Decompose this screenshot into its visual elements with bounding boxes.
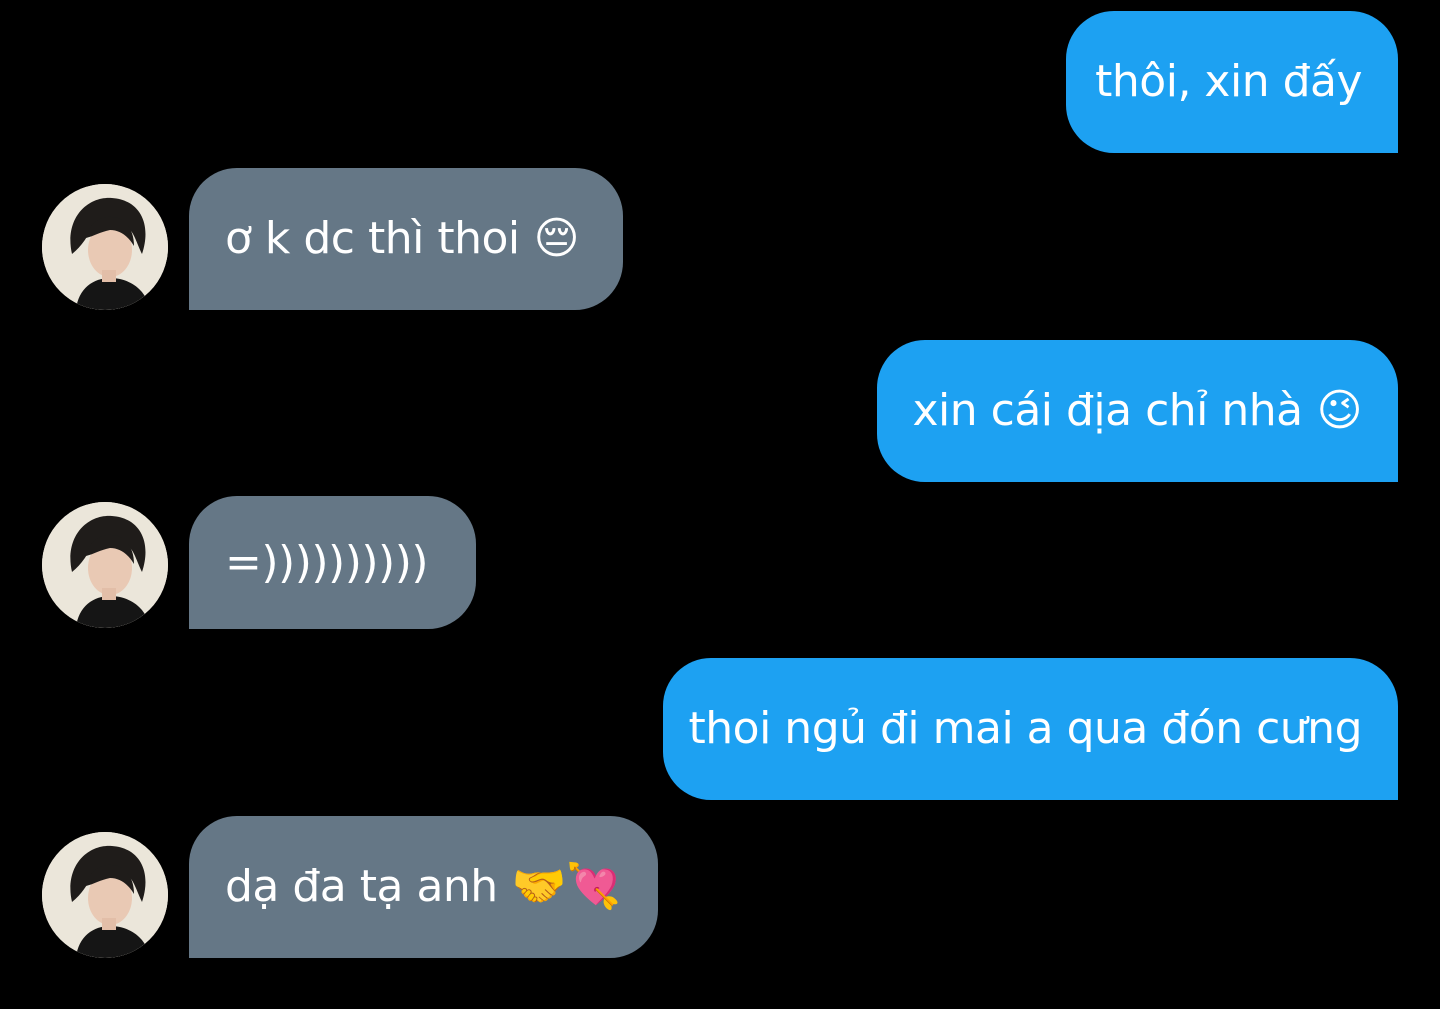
message-text: thôi, xin đấy: [1095, 56, 1362, 107]
pensive-face-icon: 😔: [533, 213, 580, 264]
message-text: xin cái địa chỉ nhà: [912, 385, 1303, 436]
avatar[interactable]: [42, 502, 168, 628]
message-bubble-incoming[interactable]: dạ đa tạ anh 🤝💘: [189, 816, 658, 958]
message-bubble-outgoing[interactable]: thôi, xin đấy: [1066, 11, 1398, 153]
avatar[interactable]: [42, 832, 168, 958]
message-text: thoi ngủ đi mai a qua đón cưng: [688, 703, 1363, 754]
handshake-heart-arrow-icon: 🤝💘: [511, 861, 621, 912]
message-bubble-incoming[interactable]: =)))))))))): [189, 496, 476, 629]
message-text: =)))))))))): [225, 536, 429, 588]
winking-face-icon: 😉: [1316, 385, 1363, 436]
avatar[interactable]: [42, 184, 168, 310]
message-bubble-incoming[interactable]: ơ k dc thì thoi 😔: [189, 168, 623, 310]
message-bubble-outgoing[interactable]: xin cái địa chỉ nhà 😉: [877, 340, 1398, 482]
message-bubble-outgoing[interactable]: thoi ngủ đi mai a qua đón cưng: [663, 658, 1398, 800]
message-text: ơ k dc thì thoi: [225, 213, 520, 264]
message-text: dạ đa tạ anh: [225, 861, 498, 912]
